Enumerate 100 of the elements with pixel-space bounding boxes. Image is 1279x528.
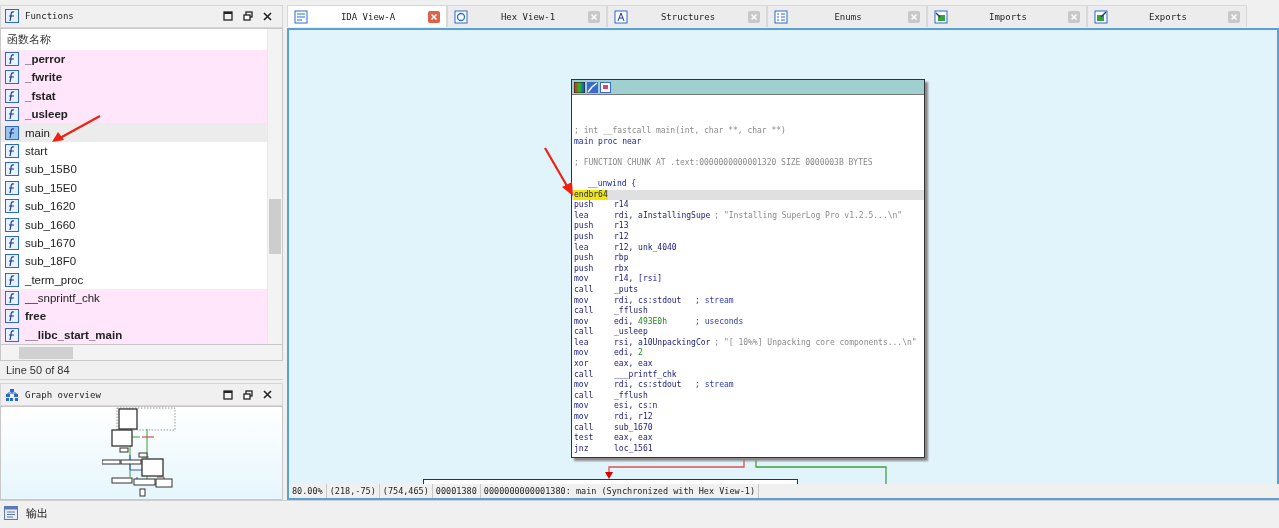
function-item[interactable]: sub_18F0 xyxy=(1,252,267,271)
function-item[interactable]: sub_1670 xyxy=(1,233,267,253)
tab[interactable]: Exports xyxy=(1087,5,1247,27)
operands: r14, [rsi] xyxy=(614,274,663,285)
code-comment: ; stream xyxy=(695,380,734,391)
maximize-icon[interactable] xyxy=(223,11,233,22)
tab[interactable]: IDA View-A xyxy=(287,5,447,27)
tree-icon xyxy=(5,387,19,402)
document-icon xyxy=(294,9,308,24)
box-icon xyxy=(934,9,948,24)
function-item[interactable]: start xyxy=(1,141,267,161)
window-icon[interactable] xyxy=(600,81,611,93)
code-comment: ; stream xyxy=(695,295,734,307)
mnemonic: push xyxy=(574,231,595,243)
mnemonic: mov xyxy=(574,412,590,423)
operands: loc_1561 xyxy=(614,443,653,455)
code-comment: ; useconds xyxy=(695,316,744,328)
mnemonic: push xyxy=(574,263,595,275)
function-item[interactable]: main xyxy=(1,123,267,142)
mnemonic: mov xyxy=(574,316,590,327)
tab[interactable]: Enums xyxy=(767,5,927,27)
function-item[interactable]: _term_proc xyxy=(1,270,267,289)
function-icon xyxy=(5,107,19,122)
function-icon xyxy=(5,88,19,103)
operands: _fflush xyxy=(614,390,648,401)
function-icon xyxy=(5,9,19,24)
operands: r13 xyxy=(614,221,629,232)
operands: rdi, aInstallingSupe xyxy=(614,210,711,221)
scrollbar-thumb[interactable] xyxy=(269,198,281,254)
operands: _fflush xyxy=(614,306,648,317)
horizontal-scrollbar[interactable] xyxy=(0,345,283,362)
function-icon xyxy=(5,143,19,158)
function-icon xyxy=(5,52,19,66)
mnemonic: mov xyxy=(574,380,590,391)
code-label: main proc near xyxy=(574,136,642,148)
operands: _puts xyxy=(614,284,639,296)
function-icon xyxy=(5,125,19,140)
code-comment: ; "[ 10%%] Unpacking core components...\n" xyxy=(714,337,917,349)
mnemonic: jnz xyxy=(574,443,590,455)
status-segment: 80.00% xyxy=(289,484,327,498)
mnemonic: call xyxy=(574,306,595,317)
function-item[interactable]: sub_15E0 xyxy=(1,178,267,197)
mnemonic: lea xyxy=(574,242,590,253)
operands: rdi, cs:stdout xyxy=(614,380,683,391)
status-segment: (218,-75) xyxy=(326,484,380,498)
restore-icon[interactable] xyxy=(243,389,253,400)
color-icon[interactable] xyxy=(574,81,585,93)
function-icon xyxy=(5,235,19,250)
mnemonic: call xyxy=(574,327,595,338)
function-item[interactable]: free xyxy=(1,307,267,326)
operands: r12, unk_4040 xyxy=(614,242,677,253)
operands: esi, cs:n xyxy=(614,401,658,412)
operands: r12 xyxy=(614,231,629,243)
operands: rsi, a10UnpackingCor xyxy=(614,337,711,348)
operands: ___printf_chk xyxy=(614,369,677,380)
window-icon xyxy=(4,506,18,520)
mnemonic: call xyxy=(574,390,595,402)
panel-title: Graph overview xyxy=(25,389,102,400)
code-comment: ; "Installing SuperLog Pro v1.2.5...\n" xyxy=(714,210,903,222)
list-icon xyxy=(774,9,788,24)
function-item[interactable]: sub_1620 xyxy=(1,196,267,216)
function-item[interactable]: __snprintf_chk xyxy=(1,288,267,308)
mnemonic: mov xyxy=(574,401,590,413)
mnemonic: call xyxy=(574,284,595,296)
close-icon[interactable] xyxy=(263,11,272,21)
function-icon xyxy=(5,272,19,287)
operands: edi, 2 xyxy=(614,348,643,360)
operands: eax, eax xyxy=(614,359,653,370)
function-icon xyxy=(5,217,19,232)
operands: rbx xyxy=(614,263,629,274)
line-status: Line 50 of 84 xyxy=(0,361,283,381)
panel-title: Functions xyxy=(25,11,75,22)
close-icon[interactable] xyxy=(263,390,272,400)
chart-icon[interactable] xyxy=(587,81,598,93)
function-icon xyxy=(5,199,19,214)
function-icon xyxy=(5,309,19,324)
maximize-icon[interactable] xyxy=(223,389,233,400)
function-item[interactable]: _perror xyxy=(1,49,267,69)
tab[interactable]: Imports xyxy=(927,5,1087,27)
function-item[interactable]: _fwrite xyxy=(1,68,267,87)
tab[interactable]: Structures xyxy=(607,5,767,27)
function-item[interactable]: sub_15B0 xyxy=(1,160,267,179)
column-header[interactable]: 函数名称 xyxy=(1,28,267,50)
function-icon xyxy=(5,70,19,85)
mnemonic: lea xyxy=(574,337,590,349)
scrollbar-thumb[interactable] xyxy=(19,347,73,360)
function-icon xyxy=(5,162,19,177)
output-title[interactable]: 输出 xyxy=(26,505,48,521)
vertical-scrollbar[interactable] xyxy=(267,28,282,345)
function-item[interactable]: sub_1660 xyxy=(1,215,267,234)
mnemonic: call xyxy=(574,422,595,433)
box-icon xyxy=(1094,9,1108,24)
mnemonic: lea xyxy=(574,210,590,221)
operands: _usleep xyxy=(614,327,648,338)
restore-icon[interactable] xyxy=(243,11,253,22)
operands: rbp xyxy=(614,253,629,264)
tab[interactable]: Hex View-1 xyxy=(447,5,607,27)
status-segment: (754,465) xyxy=(379,484,433,498)
mnemonic: mov xyxy=(574,348,590,360)
mnemonic: push xyxy=(574,253,595,264)
